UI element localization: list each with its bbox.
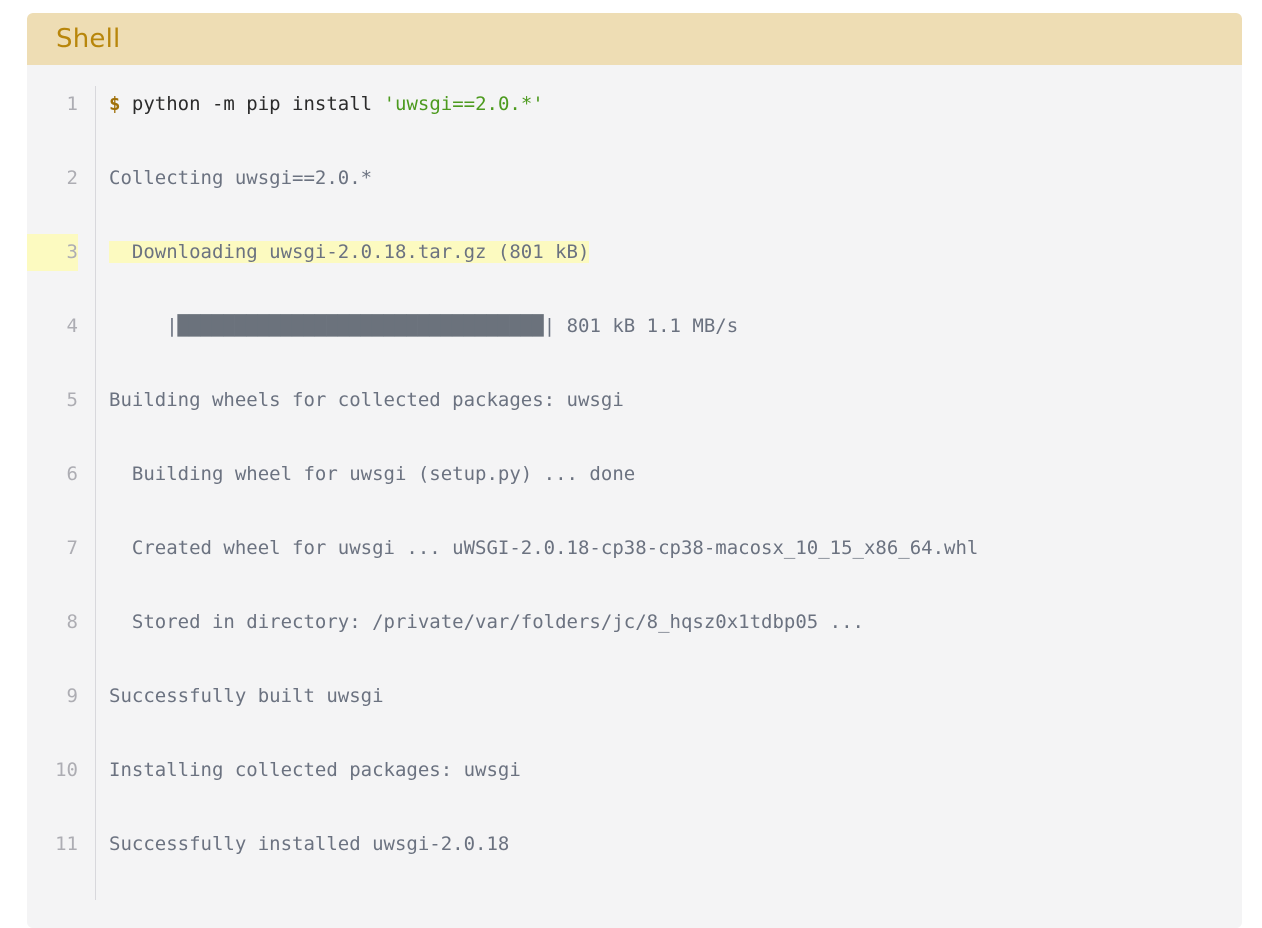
token-output: Stored in directory: /private/var/folder…	[109, 611, 864, 633]
code-line-text: Stored in directory: /private/var/folder…	[109, 611, 864, 633]
code-line-text: Installing collected packages: uwsgi	[109, 759, 521, 781]
code-block-body: 1 2 3 4 5 6 7 8 9 10 11 $ python -m pip …	[27, 65, 1242, 928]
code-line-text: $ python -m pip install 'uwsgi==2.0.*'	[109, 93, 544, 115]
code-line-text: |████████████████████████████████| 801 k…	[109, 315, 738, 337]
line-number: 11	[55, 833, 78, 855]
token-output: Downloading uwsgi-2.0.18.tar.gz (801 kB)	[109, 241, 590, 263]
line-number: 3	[27, 234, 78, 271]
code-line: Installing collected packages: uwsgi	[109, 752, 1242, 789]
code-line: Collecting uwsgi==2.0.*	[109, 160, 1242, 197]
line-number-gutter: 1 2 3 4 5 6 7 8 9 10 11	[27, 86, 96, 900]
code-line-text: Building wheel for uwsgi (setup.py) ... …	[109, 463, 635, 485]
shell-code-block: Shell 1 2 3 4 5 6 7 8 9 10 11 $ python -…	[27, 13, 1242, 928]
code-line: Created wheel for uwsgi ... uWSGI-2.0.18…	[109, 530, 1242, 567]
line-number: 6	[66, 463, 78, 485]
token-bar: ████████████████████████████████	[177, 315, 544, 337]
line-number: 9	[66, 685, 78, 707]
line-number: 10	[55, 759, 78, 781]
token-prompt: $	[109, 93, 121, 115]
token-output: Successfully built uwsgi	[109, 685, 384, 707]
code-line-text: Created wheel for uwsgi ... uWSGI-2.0.18…	[109, 537, 979, 559]
code-line: Building wheel for uwsgi (setup.py) ... …	[109, 456, 1242, 493]
code-line-text: Building wheels for collected packages: …	[109, 389, 624, 411]
code-line-text: Successfully built uwsgi	[109, 685, 384, 707]
code-line: Successfully built uwsgi	[109, 678, 1242, 715]
code-content[interactable]: $ python -m pip install 'uwsgi==2.0.*' C…	[96, 86, 1242, 900]
code-line: Stored in directory: /private/var/folder…	[109, 604, 1242, 641]
line-number: 5	[66, 389, 78, 411]
token-output: Building wheel for uwsgi (setup.py) ... …	[109, 463, 636, 485]
token-output: Collecting uwsgi==2.0.*	[109, 167, 373, 189]
line-number: 1	[66, 93, 78, 115]
code-line-text: Downloading uwsgi-2.0.18.tar.gz (801 kB)	[109, 241, 590, 263]
code-column[interactable]: $ python -m pip install 'uwsgi==2.0.*' C…	[95, 86, 1242, 900]
token-output: | 801 kB 1.1 MB/s	[543, 315, 739, 337]
code-line: Building wheels for collected packages: …	[109, 382, 1242, 419]
code-block-caption: Shell	[27, 13, 1242, 65]
token-output: Successfully installed uwsgi-2.0.18	[109, 833, 510, 855]
token-command: python -m pip install	[120, 93, 384, 115]
line-numbers: 1 2 3 4 5 6 7 8 9 10 11	[27, 86, 95, 900]
highlight-table: 1 2 3 4 5 6 7 8 9 10 11 $ python -m pip …	[27, 86, 1242, 900]
code-line-text: Successfully installed uwsgi-2.0.18	[109, 833, 509, 855]
code-line: |████████████████████████████████| 801 k…	[109, 308, 1242, 345]
code-line: Downloading uwsgi-2.0.18.tar.gz (801 kB)	[109, 234, 1242, 271]
code-line: $ python -m pip install 'uwsgi==2.0.*'	[109, 86, 1242, 123]
token-output: Building wheels for collected packages: …	[109, 389, 624, 411]
token-output: Created wheel for uwsgi ... uWSGI-2.0.18…	[109, 537, 979, 559]
line-number: 8	[66, 611, 78, 633]
token-string: 'uwsgi==2.0.*'	[383, 93, 544, 115]
code-line-text: Collecting uwsgi==2.0.*	[109, 167, 372, 189]
token-output: Installing collected packages: uwsgi	[109, 759, 521, 781]
token-output: |	[109, 315, 178, 337]
code-line: Successfully installed uwsgi-2.0.18	[109, 826, 1242, 863]
line-number: 7	[66, 537, 78, 559]
line-number: 4	[66, 315, 78, 337]
line-number: 2	[66, 167, 78, 189]
